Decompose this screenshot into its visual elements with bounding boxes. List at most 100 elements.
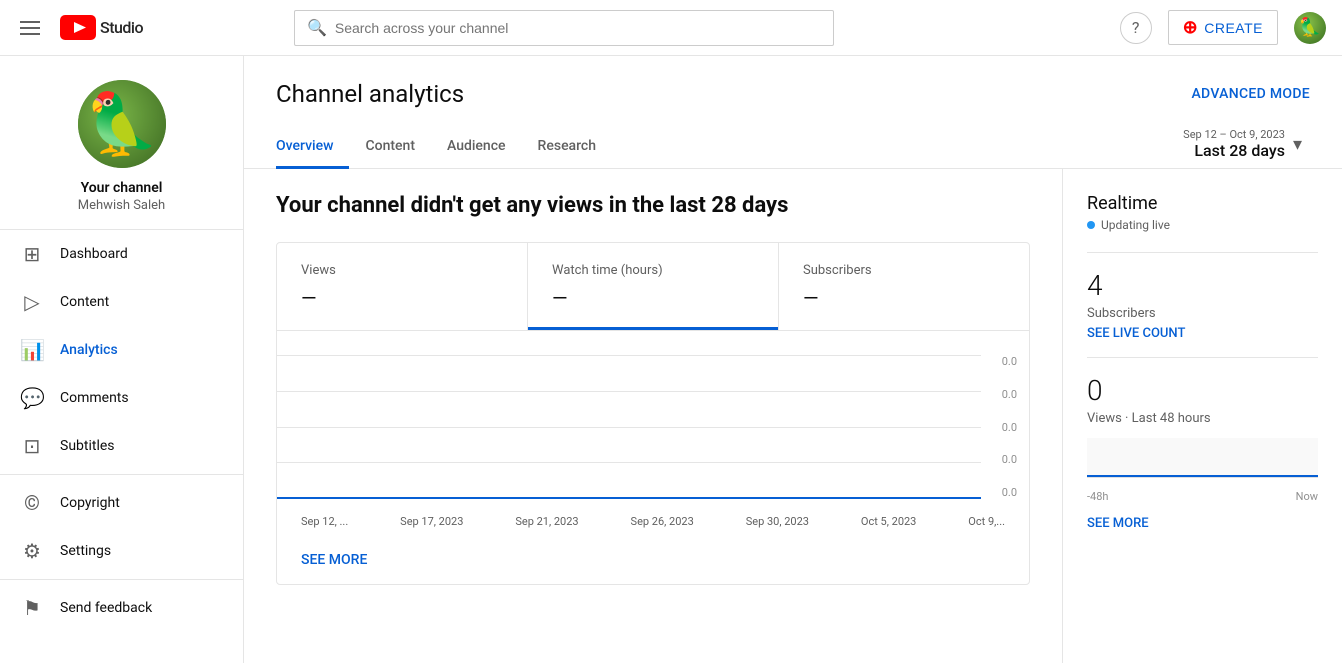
- date-range-text: Sep 12 – Oct 9, 2023 Last 28 days: [1183, 128, 1285, 160]
- content-icon: ▷: [20, 290, 44, 314]
- sidebar-item-dashboard[interactable]: ⊞ Dashboard: [0, 230, 243, 278]
- watch-time-label: Watch time (hours): [552, 263, 754, 278]
- y-axis-labels: 0.0 0.0 0.0 0.0 0.0: [1002, 347, 1017, 507]
- x-label: Sep 12, ...: [301, 515, 348, 528]
- metric-tab-views[interactable]: Views —: [277, 243, 528, 330]
- y-label: 0.0: [1002, 453, 1017, 466]
- x-label: Sep 17, 2023: [400, 515, 463, 528]
- analytics-icon: 📊: [20, 338, 44, 362]
- time-end: Now: [1296, 490, 1318, 503]
- sidebar-item-copyright[interactable]: © Copyright: [0, 479, 243, 527]
- gridline: [277, 462, 981, 463]
- chevron-down-icon: ▾: [1293, 134, 1302, 155]
- content-area: Channel analytics ADVANCED MODE Overview…: [244, 56, 1342, 663]
- dashboard-icon: ⊞: [20, 242, 44, 266]
- tab-research[interactable]: Research: [522, 126, 612, 169]
- sidebar-item-feedback[interactable]: ⚑ Send feedback: [0, 584, 243, 632]
- content-label: Content: [60, 294, 109, 310]
- see-more-link[interactable]: SEE MORE: [301, 552, 367, 568]
- subscribers-label: Subscribers: [803, 263, 1005, 278]
- views-rt-count: 0: [1087, 374, 1318, 407]
- search-input[interactable]: [335, 20, 821, 36]
- chart-flat-line: [277, 497, 981, 499]
- tab-overview[interactable]: Overview: [276, 126, 349, 169]
- copyright-icon: ©: [20, 491, 44, 515]
- rt-divider-1: [1087, 252, 1318, 253]
- plus-icon: ⊕: [1183, 17, 1199, 38]
- see-more-views-link[interactable]: SEE MORE: [1087, 516, 1149, 531]
- help-button[interactable]: ?: [1120, 12, 1152, 44]
- gridline: [277, 427, 981, 428]
- date-range-picker[interactable]: Sep 12 – Oct 9, 2023 Last 28 days ▾: [1175, 124, 1310, 164]
- metrics-tabs: Views — Watch time (hours) — Subscribers…: [277, 243, 1029, 331]
- metric-tab-subscribers[interactable]: Subscribers —: [779, 243, 1029, 330]
- avatar[interactable]: 🦜: [1294, 12, 1326, 44]
- rt-timerange: -48h Now: [1087, 490, 1318, 503]
- channel-info: Your channel Mehwish Saleh: [0, 56, 243, 230]
- feedback-icon: ⚑: [20, 596, 44, 620]
- logo: Studio: [60, 15, 143, 40]
- search-bar[interactable]: 🔍: [294, 10, 834, 46]
- sidebar-divider-2: [0, 579, 243, 580]
- chart-area: 0.0 0.0 0.0 0.0 0.0 Sep 12, ...: [277, 331, 1029, 552]
- updating-live: Updating live: [1087, 218, 1318, 232]
- sidebar: Your channel Mehwish Saleh ⊞ Dashboard ▷…: [0, 56, 244, 663]
- copyright-label: Copyright: [60, 495, 120, 511]
- gridline: [277, 391, 981, 392]
- channel-name: Your channel: [81, 180, 163, 196]
- create-label: CREATE: [1204, 20, 1263, 36]
- tab-content[interactable]: Content: [349, 126, 431, 169]
- sidebar-item-analytics[interactable]: 📊 Analytics: [0, 326, 243, 374]
- x-label: Oct 5, 2023: [861, 515, 916, 528]
- time-start: -48h: [1087, 490, 1108, 503]
- right-panel: Realtime Updating live 4 Subscribers SEE…: [1062, 169, 1342, 663]
- subscribers-count: 4: [1087, 269, 1318, 302]
- y-label: 0.0: [1002, 421, 1017, 434]
- subscribers-rt-label: Subscribers: [1087, 306, 1318, 321]
- nav-left: Studio: [16, 15, 143, 40]
- views-sparkline: [1087, 438, 1318, 478]
- sidebar-item-subtitles[interactable]: ⊡ Subtitles: [0, 422, 243, 470]
- chart-see-more: SEE MORE: [277, 552, 1029, 584]
- x-label: Oct 9,...: [968, 515, 1005, 528]
- updating-live-label: Updating live: [1101, 218, 1170, 232]
- advanced-mode-button[interactable]: ADVANCED MODE: [1191, 86, 1310, 102]
- create-button[interactable]: ⊕ CREATE: [1168, 10, 1278, 45]
- no-views-message: Your channel didn't get any views in the…: [276, 193, 1030, 218]
- sidebar-item-content[interactable]: ▷ Content: [0, 278, 243, 326]
- chart-container: Views — Watch time (hours) — Subscribers…: [276, 242, 1030, 585]
- channel-avatar[interactable]: [78, 80, 166, 168]
- comments-icon: 💬: [20, 386, 44, 410]
- see-live-count-link[interactable]: SEE LIVE COUNT: [1087, 326, 1185, 341]
- dashboard-label: Dashboard: [60, 246, 128, 262]
- rt-divider-2: [1087, 357, 1318, 358]
- sidebar-item-settings[interactable]: ⚙ Settings: [0, 527, 243, 575]
- nav-right: ? ⊕ CREATE 🦜: [1120, 10, 1326, 45]
- chart-svg-wrapper: 0.0 0.0 0.0 0.0 0.0: [277, 347, 1029, 507]
- analytics-tabs: Overview Content Audience Research: [276, 126, 612, 168]
- sidebar-divider: [0, 474, 243, 475]
- date-range-period: Sep 12 – Oct 9, 2023: [1183, 128, 1285, 141]
- main-content-wrapper: Your channel didn't get any views in the…: [244, 169, 1342, 663]
- live-dot: [1087, 221, 1095, 229]
- studio-label: Studio: [100, 18, 143, 37]
- page-title: Channel analytics: [276, 80, 464, 108]
- top-navigation: Studio 🔍 ? ⊕ CREATE 🦜: [0, 0, 1342, 56]
- search-icon: 🔍: [307, 18, 327, 37]
- subtitles-icon: ⊡: [20, 434, 44, 458]
- y-label: 0.0: [1002, 388, 1017, 401]
- main-layout: Your channel Mehwish Saleh ⊞ Dashboard ▷…: [0, 56, 1342, 663]
- watch-time-value: —: [552, 286, 754, 310]
- x-label: Sep 21, 2023: [515, 515, 578, 528]
- subtitles-label: Subtitles: [60, 438, 115, 454]
- menu-button[interactable]: [16, 17, 44, 39]
- metric-tab-watch-time[interactable]: Watch time (hours) —: [528, 243, 779, 330]
- date-range-label: Last 28 days: [1183, 141, 1285, 160]
- page-header: Channel analytics ADVANCED MODE: [244, 56, 1342, 108]
- y-label: 0.0: [1002, 355, 1017, 368]
- tab-audience[interactable]: Audience: [431, 126, 522, 169]
- comments-label: Comments: [60, 390, 129, 406]
- settings-label: Settings: [60, 543, 111, 559]
- subscribers-value: —: [803, 286, 1005, 310]
- sidebar-item-comments[interactable]: 💬 Comments: [0, 374, 243, 422]
